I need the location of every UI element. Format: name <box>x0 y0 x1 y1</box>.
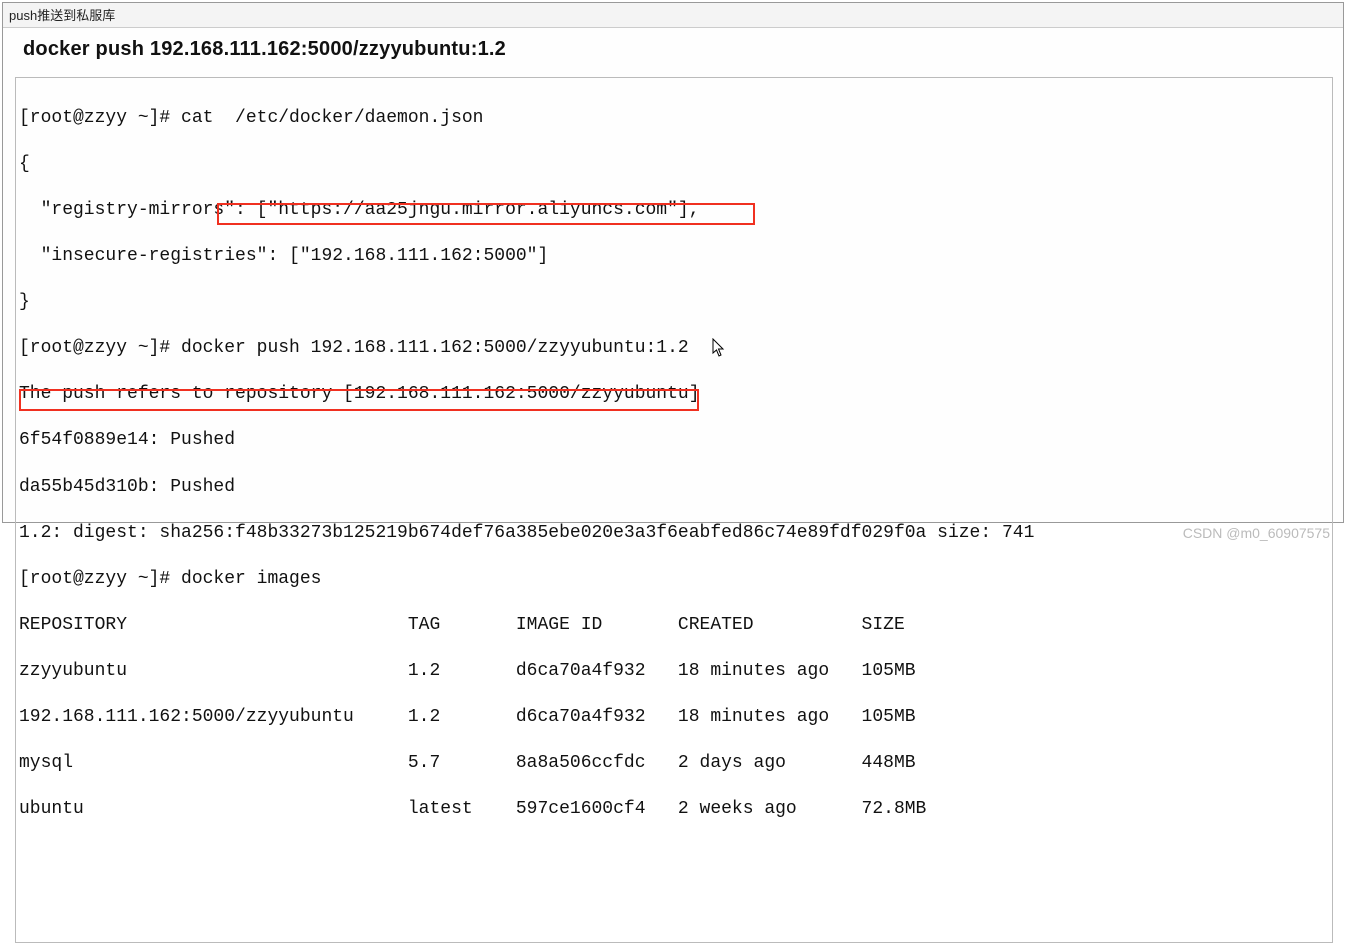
page-title: docker push 192.168.111.162:5000/zzyyubu… <box>13 38 1335 61</box>
term-line: { <box>19 153 1330 176</box>
table-row: zzyyubuntu 1.2 d6ca70a4f932 18 minutes a… <box>19 660 1330 683</box>
term-line: } <box>19 291 1330 314</box>
term-line: "insecure-registries": ["192.168.111.162… <box>19 245 1330 268</box>
term-line: [root@zzyy ~]# docker images <box>19 568 1330 591</box>
watermark: CSDN @m0_60907575 <box>1183 525 1330 541</box>
terminal-output: [root@zzyy ~]# cat /etc/docker/daemon.js… <box>15 77 1333 943</box>
content-area: docker push 192.168.111.162:5000/zzyyubu… <box>3 28 1343 947</box>
panel: push推送到私服库 docker push 192.168.111.162:5… <box>2 2 1344 523</box>
panel-header: push推送到私服库 <box>3 3 1343 28</box>
term-line: 1.2: digest: sha256:f48b33273b125219b674… <box>19 522 1330 545</box>
term-line: "registry-mirrors": ["https://aa25jngu.m… <box>19 199 1330 222</box>
table-row: ubuntu latest 597ce1600cf4 2 weeks ago 7… <box>19 798 1330 821</box>
table-row: 192.168.111.162:5000/zzyyubuntu 1.2 d6ca… <box>19 706 1330 729</box>
term-line: da55b45d310b: Pushed <box>19 476 1330 499</box>
table-header: REPOSITORY TAG IMAGE ID CREATED SIZE <box>19 614 1330 637</box>
term-line: [root@zzyy ~]# docker push 192.168.111.1… <box>19 337 1330 360</box>
table-row: mysql 5.7 8a8a506ccfdc 2 days ago 448MB <box>19 752 1330 775</box>
term-line: The push refers to repository [192.168.1… <box>19 383 1330 406</box>
term-line: [root@zzyy ~]# cat /etc/docker/daemon.js… <box>19 107 1330 130</box>
term-line: 6f54f0889e14: Pushed <box>19 429 1330 452</box>
